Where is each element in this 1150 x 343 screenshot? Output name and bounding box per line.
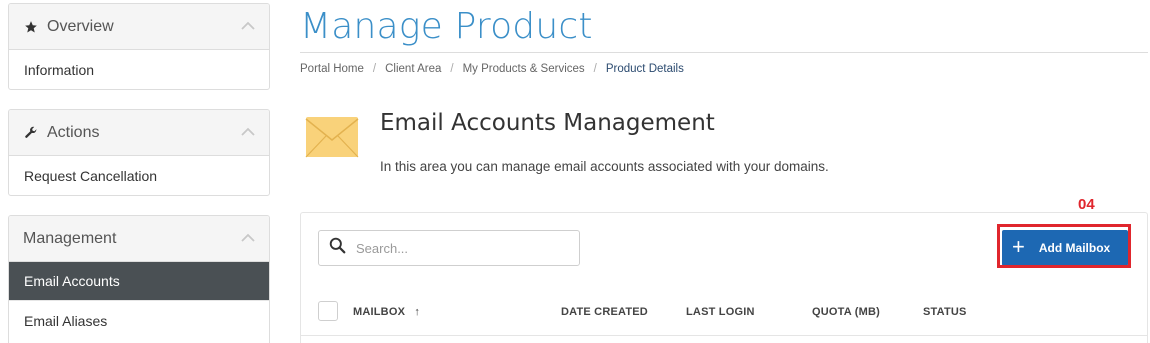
breadcrumb-separator: /	[593, 63, 597, 75]
breadcrumb-separator: /	[372, 63, 377, 75]
breadcrumb-portal-home[interactable]: Portal Home	[300, 63, 364, 75]
sidebar-panel-management: Management Email Accounts Email Aliases	[8, 215, 270, 343]
breadcrumb-client-area[interactable]: Client Area	[385, 63, 441, 75]
search-box	[318, 230, 580, 266]
title-divider	[300, 52, 1148, 53]
wrench-icon	[23, 125, 39, 141]
breadcrumb-my-products[interactable]: My Products & Services	[463, 63, 585, 75]
panel-header-actions[interactable]: Actions	[9, 110, 269, 156]
sidebar-panel-actions: Actions Request Cancellation	[8, 109, 270, 196]
sidebar-panel-overview: Overview Information	[8, 3, 270, 90]
chevron-up-icon[interactable]	[241, 124, 255, 136]
chevron-up-icon[interactable]	[241, 18, 255, 30]
section-title: Email Accounts Management	[380, 110, 715, 136]
breadcrumb: Portal Home / Client Area / My Products …	[300, 63, 684, 75]
panel-header-overview[interactable]: Overview	[9, 4, 269, 50]
sidebar-item-email-accounts[interactable]: Email Accounts	[9, 262, 269, 301]
column-quota[interactable]: QUOTA (MB)	[812, 306, 880, 318]
envelope-icon	[305, 116, 359, 158]
sidebar-item-request-cancellation[interactable]: Request Cancellation	[9, 156, 269, 195]
sort-ascending-icon: ↑	[414, 306, 421, 318]
column-status[interactable]: STATUS	[923, 306, 967, 318]
column-mailbox-label: MAILBOX	[353, 306, 406, 318]
sidebar-item-email-aliases[interactable]: Email Aliases	[9, 301, 269, 340]
column-mailbox[interactable]: MAILBOX ↑	[353, 306, 420, 318]
annotation-highlight-box	[997, 224, 1131, 268]
panel-title: Management	[23, 229, 117, 247]
panel-header-management[interactable]: Management	[9, 216, 269, 262]
star-icon	[23, 19, 39, 35]
breadcrumb-product-details: Product Details	[605, 63, 684, 75]
search-icon	[329, 237, 346, 259]
section-description: In this area you can manage email accoun…	[380, 159, 829, 174]
page-title: Manage Product	[300, 6, 593, 47]
breadcrumb-separator: /	[450, 63, 454, 75]
search-input[interactable]	[356, 240, 556, 256]
sidebar-item-information[interactable]: Information	[9, 50, 269, 89]
chevron-up-icon[interactable]	[241, 230, 255, 242]
column-last-login[interactable]: LAST LOGIN	[686, 306, 755, 318]
table-header: MAILBOX ↑ DATE CREATED LAST LOGIN QUOTA …	[301, 298, 1147, 336]
panel-title: Overview	[47, 17, 114, 35]
column-date-created[interactable]: DATE CREATED	[561, 306, 648, 318]
annotation-step-number: 04	[1078, 196, 1095, 213]
select-all-checkbox[interactable]	[318, 301, 338, 321]
panel-title: Actions	[47, 123, 100, 141]
